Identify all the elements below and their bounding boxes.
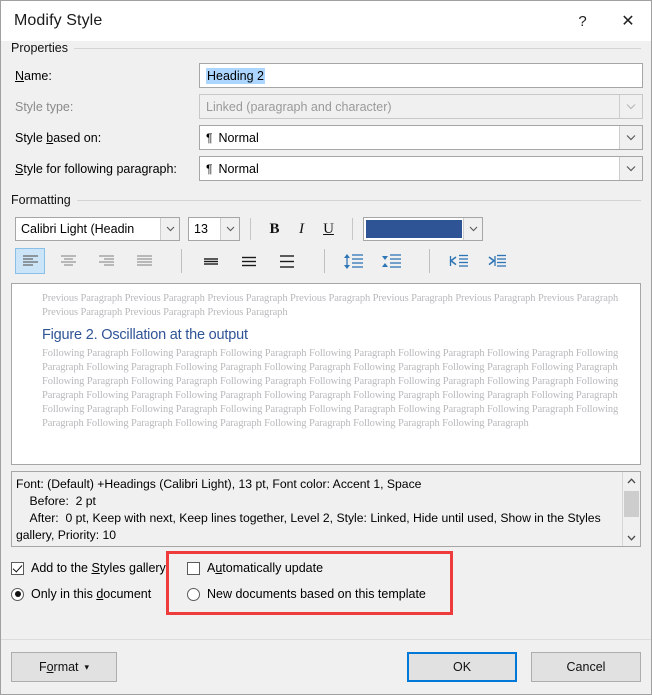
toolbar-divider [429, 249, 430, 273]
formatting-rows: Calibri Light (Headin 13 B I U [1, 207, 651, 279]
paragraph-formatting-toolbar [1, 243, 651, 279]
chevron-down-icon[interactable] [619, 157, 642, 180]
scrollbar-thumb[interactable] [624, 491, 639, 517]
style-preview-pane: Previous Paragraph Previous Paragraph Pr… [11, 283, 641, 465]
increase-indent-button[interactable] [482, 248, 512, 274]
style-for-following-paragraph-value: Normal [218, 161, 259, 176]
style-based-on-select[interactable]: ¶ Normal [199, 125, 643, 150]
radio-icon [11, 587, 24, 601]
preview-sample-heading: Figure 2. Oscillation at the output [42, 327, 248, 343]
chevron-down-icon[interactable] [220, 218, 239, 240]
caret-down-icon: ▾ [84, 661, 90, 672]
automatically-update-label: Automatically update [207, 561, 324, 575]
preview-following-paragraph: Following Paragraph Following Paragraph … [42, 348, 619, 429]
italic-button[interactable]: I [288, 217, 315, 241]
font-color-swatch [366, 220, 462, 238]
chevron-down-icon[interactable] [160, 218, 179, 240]
name-label: Name: [15, 68, 52, 83]
only-in-this-document-label: Only in this document [31, 587, 152, 601]
name-input-value: Heading 2 [206, 67, 265, 84]
style-for-following-paragraph-label: Style for following paragraph: [15, 161, 177, 176]
add-to-styles-gallery-label: Add to the Styles gallery [31, 561, 166, 575]
character-formatting-toolbar: Calibri Light (Headin 13 B I U [1, 215, 651, 243]
properties-rows: Name: Heading 2 Style type: Linked (para… [1, 55, 651, 187]
format-button[interactable]: Format ▾ [11, 652, 117, 682]
style-based-on-row: Style based on: ¶ Normal [1, 125, 651, 150]
title-bar: Modify Style ? ✕ [1, 1, 651, 41]
ok-button[interactable]: OK [407, 652, 517, 682]
new-documents-template-radio[interactable]: New documents based on this template [187, 587, 426, 601]
title-bar-buttons: ? ✕ [560, 1, 651, 41]
options-row-2: Only in this document New documents base… [11, 581, 641, 607]
radio-icon [187, 587, 200, 601]
scroll-up-icon[interactable] [623, 472, 640, 489]
line-spacing-button[interactable] [339, 248, 369, 274]
font-family-value: Calibri Light (Headin [21, 222, 135, 236]
new-documents-template-label: New documents based on this template [207, 587, 426, 601]
format-button-label: Format [38, 660, 79, 674]
style-type-label: Style type: [15, 99, 74, 114]
style-based-on-value: Normal [218, 130, 259, 145]
properties-group: Properties [11, 41, 641, 55]
properties-group-label: Properties [11, 41, 74, 55]
style-type-row: Style type: Linked (paragraph and charac… [1, 94, 651, 119]
modify-style-dialog: Modify Style ? ✕ Properties Name: Headin… [0, 0, 652, 695]
toolbar-divider [181, 249, 182, 273]
align-justify-button[interactable] [129, 248, 159, 274]
toolbar-divider [352, 218, 353, 240]
formatting-group: Formatting [11, 193, 641, 207]
cancel-button[interactable]: Cancel [531, 652, 641, 682]
align-right-button[interactable] [91, 248, 121, 274]
automatically-update-checkbox[interactable]: Automatically update [187, 561, 323, 575]
style-based-on-label: Style based on: [15, 130, 102, 145]
add-to-styles-gallery-checkbox[interactable]: Add to the Styles gallery [11, 561, 187, 575]
font-size-value: 13 [194, 222, 208, 236]
checkbox-icon [11, 561, 24, 575]
pilcrow-icon: ¶ [206, 130, 213, 145]
style-type-value: Linked (paragraph and character) [206, 99, 392, 114]
name-input[interactable]: Heading 2 [199, 63, 643, 88]
style-type-select: Linked (paragraph and character) [199, 94, 643, 119]
checkbox-icon [187, 561, 200, 575]
pilcrow-icon: ¶ [206, 161, 213, 176]
chevron-down-icon[interactable] [463, 218, 482, 240]
help-icon[interactable]: ? [560, 1, 605, 41]
name-row: Name: Heading 2 [1, 63, 651, 88]
preview-previous-paragraph: Previous Paragraph Previous Paragraph Pr… [42, 293, 619, 318]
page-title: Modify Style [14, 12, 103, 29]
decrease-indent-button[interactable] [444, 248, 474, 274]
group-divider-properties [11, 48, 641, 49]
chevron-down-icon [619, 95, 642, 118]
style-description-box: Font: (Default) +Headings (Calibri Light… [11, 471, 641, 547]
only-in-this-document-radio[interactable]: Only in this document [11, 587, 187, 601]
line-spacing-single-button[interactable] [196, 248, 226, 274]
font-family-select[interactable]: Calibri Light (Headin [15, 217, 180, 241]
align-center-button[interactable] [53, 248, 83, 274]
scroll-down-icon[interactable] [623, 529, 640, 546]
align-left-button[interactable] [15, 248, 45, 274]
chevron-down-icon[interactable] [619, 126, 642, 149]
font-color-select[interactable] [363, 217, 483, 241]
line-spacing-double-button[interactable] [272, 248, 302, 274]
toolbar-divider [324, 249, 325, 273]
paragraph-spacing-button[interactable] [377, 248, 407, 274]
style-description-text: Font: (Default) +Headings (Calibri Light… [16, 477, 601, 542]
underline-button[interactable]: U [315, 217, 342, 241]
bold-button[interactable]: B [261, 217, 288, 241]
line-spacing-one-and-half-button[interactable] [234, 248, 264, 274]
options-row-1: Add to the Styles gallery Automatically … [11, 555, 641, 581]
style-for-following-paragraph-row: Style for following paragraph: ¶ Normal [1, 156, 651, 181]
style-options: Add to the Styles gallery Automatically … [11, 551, 641, 615]
style-for-following-paragraph-select[interactable]: ¶ Normal [199, 156, 643, 181]
dialog-footer: Format ▾ OK Cancel [1, 639, 651, 694]
font-size-select[interactable]: 13 [188, 217, 240, 241]
group-divider-formatting [11, 200, 641, 201]
close-icon[interactable]: ✕ [605, 1, 651, 41]
toolbar-divider [250, 218, 251, 240]
formatting-group-label: Formatting [11, 193, 77, 207]
